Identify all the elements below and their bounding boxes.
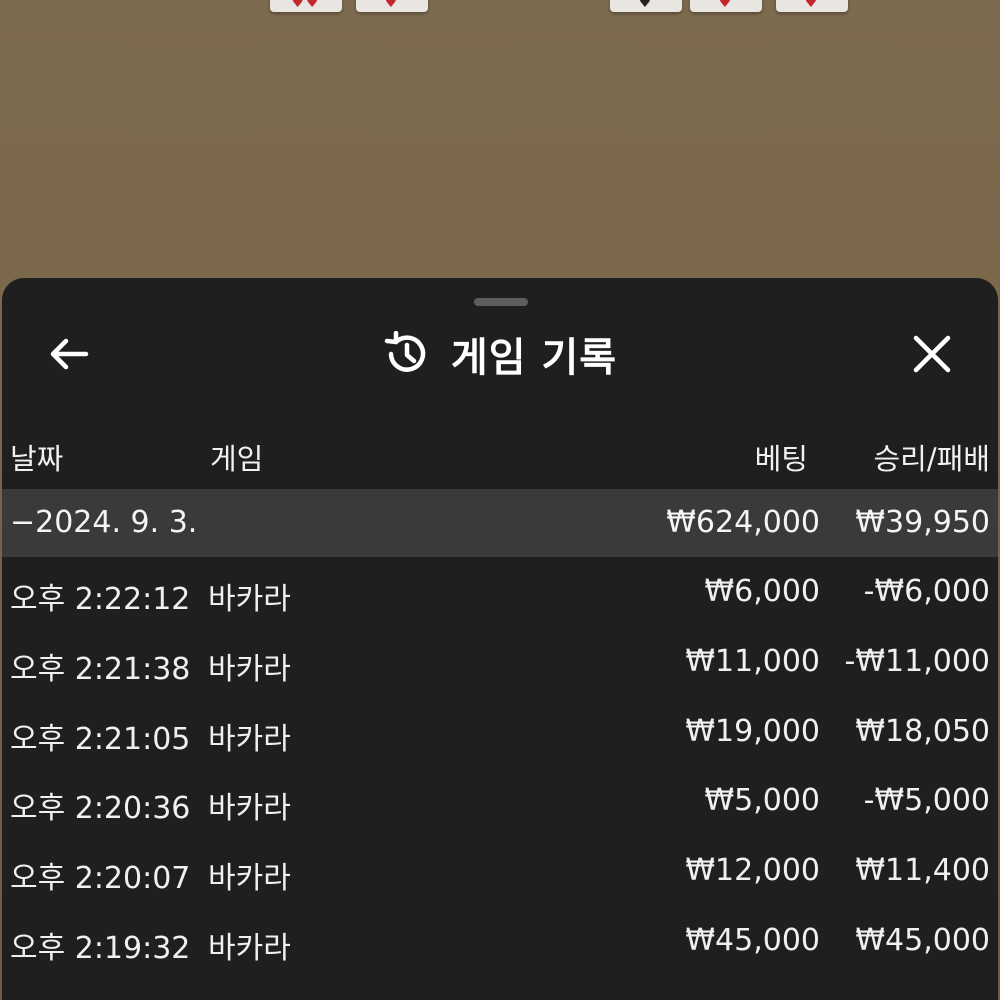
history-list: 오후 2:22:12 바카라 ₩6,000 -₩6,000 오후 2:21:38… [2,564,998,983]
row-bet: ₩12,000 [685,853,820,889]
table-header: 날짜 게임 베팅 승리/패배 [2,428,998,478]
row-time: 오후 2:21:05 [10,721,191,757]
column-header-date: 날짜 [10,442,64,476]
playing-card: ♥♥ [270,0,342,12]
playing-card: ♥ [776,0,848,12]
row-game: 바카라 [208,930,291,966]
row-time: 오후 2:19:32 [10,930,191,966]
row-bet: ₩5,000 [704,783,820,819]
row-result: ₩11,400 [855,853,990,889]
summary-result-total: ₩39,950 [855,505,990,540]
history-clock-icon [384,331,426,372]
row-result: -₩11,000 [844,643,990,679]
date-group-summary-row[interactable]: −2024. 9. 3. ₩624,000 ₩39,950 [2,489,998,557]
back-button[interactable] [46,334,92,374]
row-game: 바카라 [208,791,291,827]
table-row[interactable]: 오후 2:20:36 바카라 ₩5,000 -₩5,000 [2,773,998,843]
column-header-game: 게임 [210,442,264,476]
table-row[interactable]: 오후 2:22:12 바카라 ₩6,000 -₩6,000 [2,564,998,634]
column-header-bet: 베팅 [754,442,808,476]
game-history-sheet: 게임 기록 날짜 게임 베팅 승리/패배 −2024. 9. 3. ₩624,0… [2,278,998,1000]
row-game: 바카라 [208,651,291,687]
summary-date: −2024. 9. 3. [10,505,198,540]
sheet-header: 게임 기록 [2,326,998,382]
column-header-result: 승리/패배 [873,442,991,476]
drag-handle[interactable] [474,298,528,306]
row-result: ₩45,000 [855,922,990,958]
row-time: 오후 2:22:12 [10,582,191,617]
close-button[interactable] [910,332,954,376]
row-result: -₩6,000 [863,574,990,609]
playing-card: ♥ [356,0,428,12]
row-result: -₩5,000 [863,783,990,819]
row-game: 바카라 [208,861,291,897]
row-time: 오후 2:20:36 [10,791,191,827]
row-game: 바카라 [208,721,291,757]
row-result: ₩18,050 [855,713,990,749]
row-bet: ₩6,000 [704,574,820,609]
table-row[interactable]: 오후 2:19:32 바카라 ₩45,000 ₩45,000 [2,913,998,983]
row-bet: ₩45,000 [685,922,820,958]
table-row[interactable]: 오후 2:21:38 바카라 ₩11,000 -₩11,000 [2,634,998,704]
row-game: 바카라 [208,582,291,617]
summary-bet-total: ₩624,000 [666,505,820,540]
playing-card: ♥ [610,0,682,12]
page-title: 게임 기록 [450,335,618,381]
table-row[interactable]: 오후 2:20:07 바카라 ₩12,000 ₩11,400 [2,843,998,913]
row-bet: ₩19,000 [685,713,820,749]
row-time: 오후 2:21:38 [10,651,191,687]
row-time: 오후 2:20:07 [10,861,191,897]
arrow-left-icon [50,338,89,370]
table-row[interactable]: 오후 2:21:05 바카라 ₩19,000 ₩18,050 [2,704,998,774]
row-bet: ₩11,000 [685,643,820,679]
close-icon [913,335,951,373]
playing-card: ♥ [690,0,762,12]
